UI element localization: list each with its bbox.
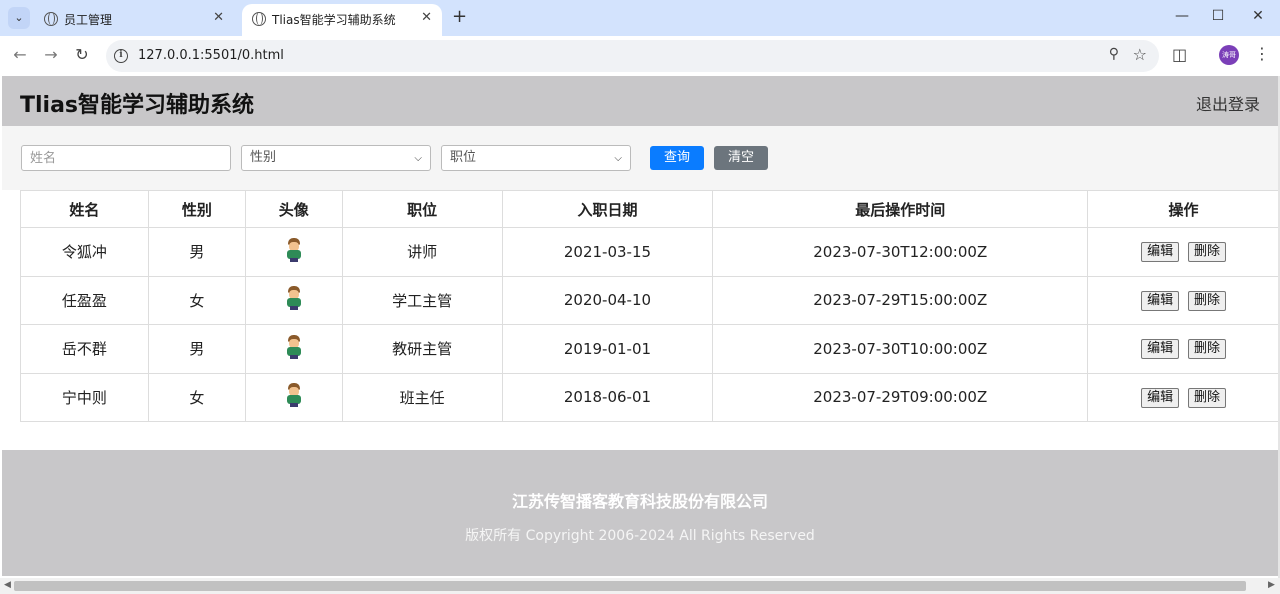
bookmark-star-icon[interactable]: ☆ [1133, 45, 1147, 64]
footer-copyright: 版权所有 Copyright 2006-2024 All Rights Rese… [465, 528, 815, 544]
position-select[interactable]: 职位 ⌵ [441, 145, 631, 171]
browser-tab-strip: ⌄ 员工管理 ✕ Tlias智能学习辅助系统 ✕ + — ☐ ✕ [0, 0, 1280, 36]
cell-name: 宁中则 [20, 372, 149, 422]
cell-update-time: 2023-07-30T10:00:00Z [712, 324, 1089, 374]
site-info-icon[interactable]: i [114, 49, 128, 63]
table-row: 任盈盈 女 学工主管 2020-04-10 2023-07-29T15:00:0… [20, 275, 1280, 325]
cell-gender: 男 [147, 324, 246, 374]
close-tab-icon[interactable]: ✕ [421, 10, 432, 25]
horizontal-scrollbar[interactable]: ◀ ▶ [0, 578, 1280, 594]
cell-actions: 编辑 删除 [1087, 372, 1280, 422]
globe-icon [44, 12, 58, 26]
minimize-icon[interactable]: — [1172, 8, 1192, 24]
cell-gender: 女 [147, 275, 246, 325]
column-header: 最后操作时间 [712, 190, 1089, 228]
cell-actions: 编辑 删除 [1087, 275, 1280, 325]
globe-icon [252, 12, 266, 26]
browser-tab-employee[interactable]: 员工管理 ✕ [34, 4, 234, 36]
reload-icon[interactable]: ↻ [72, 45, 92, 64]
table-header-row: 姓名 性别 头像 职位 入职日期 最后操作时间 操作 [20, 190, 1280, 228]
cell-avatar [244, 372, 343, 422]
logout-link[interactable]: 退出登录 [1196, 91, 1260, 115]
cell-update-time: 2023-07-29T15:00:00Z [712, 275, 1089, 325]
cell-avatar [244, 227, 343, 277]
column-header: 入职日期 [501, 190, 714, 228]
employee-table: 姓名 性别 头像 职位 入职日期 最后操作时间 操作 令狐冲 男 讲师 2021… [20, 190, 1280, 422]
cell-position: 班主任 [341, 372, 503, 422]
cell-entry-date: 2020-04-10 [501, 275, 714, 325]
cell-update-time: 2023-07-30T12:00:00Z [712, 227, 1089, 277]
column-header: 头像 [244, 190, 343, 228]
cell-entry-date: 2021-03-15 [501, 227, 714, 277]
cell-actions: 编辑 删除 [1087, 324, 1280, 374]
scrollbar-thumb[interactable] [14, 581, 1246, 591]
scroll-right-icon[interactable]: ▶ [1268, 580, 1275, 590]
cell-update-time: 2023-07-29T09:00:00Z [712, 372, 1089, 422]
cell-gender: 男 [147, 227, 246, 277]
cell-avatar [244, 324, 343, 374]
edit-button[interactable]: 编辑 [1141, 290, 1180, 311]
edit-button[interactable]: 编辑 [1141, 339, 1180, 360]
query-button[interactable]: 查询 [650, 146, 704, 170]
delete-button[interactable]: 删除 [1187, 242, 1226, 263]
cell-entry-date: 2019-01-01 [501, 324, 714, 374]
edit-button[interactable]: 编辑 [1141, 242, 1180, 263]
browser-menu-icon[interactable]: ⋮ [1254, 44, 1270, 63]
back-arrow-icon[interactable]: ← [10, 45, 30, 64]
avatar-image [283, 383, 305, 408]
name-search-input[interactable] [21, 145, 231, 171]
avatar-image [283, 334, 305, 359]
profile-avatar[interactable]: 涛哥 [1219, 45, 1239, 65]
column-header: 姓名 [20, 190, 149, 228]
cell-name: 岳不群 [20, 324, 149, 374]
column-header: 操作 [1087, 190, 1280, 228]
avatar-image [283, 237, 305, 262]
page-title: Tlias智能学习辅助系统 [20, 93, 255, 118]
window-close-icon[interactable]: ✕ [1248, 8, 1268, 24]
page-header: Tlias智能学习辅助系统 退出登录 [2, 76, 1278, 126]
scroll-left-icon[interactable]: ◀ [4, 580, 11, 590]
page-footer: 江苏传智播客教育科技股份有限公司 版权所有 Copyright 2006-202… [2, 450, 1278, 576]
table-row: 岳不群 男 教研主管 2019-01-01 2023-07-30T10:00:0… [20, 324, 1280, 374]
address-bar[interactable]: i 127.0.0.1:5501/0.html ⚲ ☆ [106, 40, 1159, 72]
tab-title: Tlias智能学习辅助系统 [272, 13, 396, 27]
cell-name: 任盈盈 [20, 275, 149, 325]
tab-search-chevron-icon[interactable]: ⌄ [8, 7, 30, 29]
gender-select[interactable]: 性别 ⌵ [241, 145, 431, 171]
edit-button[interactable]: 编辑 [1141, 387, 1180, 408]
clear-button[interactable]: 清空 [714, 146, 768, 170]
column-header: 职位 [341, 190, 503, 228]
maximize-icon[interactable]: ☐ [1208, 8, 1228, 24]
tab-title: 员工管理 [64, 13, 113, 27]
delete-button[interactable]: 删除 [1187, 339, 1226, 360]
url-text[interactable]: 127.0.0.1:5501/0.html [138, 48, 284, 63]
zoom-icon[interactable]: ⚲ [1109, 46, 1119, 62]
table-row: 令狐冲 男 讲师 2021-03-15 2023-07-30T12:00:00Z… [20, 227, 1280, 277]
delete-button[interactable]: 删除 [1187, 290, 1226, 311]
cell-gender: 女 [147, 372, 246, 422]
table-row: 宁中则 女 班主任 2018-06-01 2023-07-29T09:00:00… [20, 372, 1280, 422]
gender-select-value: 性别 [250, 150, 277, 165]
cell-position: 教研主管 [341, 324, 503, 374]
cell-position: 学工主管 [341, 275, 503, 325]
avatar-image [283, 286, 305, 311]
browser-toolbar: ← → ↻ i 127.0.0.1:5501/0.html ⚲ ☆ ◫ 涛哥 ⋮ [0, 36, 1280, 76]
close-tab-icon[interactable]: ✕ [213, 10, 224, 25]
search-form: 性别 ⌵ 职位 ⌵ 查询 清空 [2, 126, 1278, 190]
extensions-puzzle-icon[interactable]: ◫ [1172, 45, 1187, 64]
cell-entry-date: 2018-06-01 [501, 372, 714, 422]
chevron-down-icon: ⌵ [614, 153, 622, 164]
cell-name: 令狐冲 [20, 227, 149, 277]
column-header: 性别 [147, 190, 246, 228]
forward-arrow-icon[interactable]: → [41, 45, 61, 64]
delete-button[interactable]: 删除 [1187, 387, 1226, 408]
cell-position: 讲师 [341, 227, 503, 277]
chevron-down-icon: ⌵ [414, 153, 422, 164]
position-select-value: 职位 [450, 150, 477, 165]
cell-avatar [244, 275, 343, 325]
new-tab-plus-icon[interactable]: + [452, 7, 467, 27]
footer-company: 江苏传智播客教育科技股份有限公司 [511, 492, 768, 511]
browser-tab-tlias[interactable]: Tlias智能学习辅助系统 ✕ [242, 4, 442, 36]
cell-actions: 编辑 删除 [1087, 227, 1280, 277]
